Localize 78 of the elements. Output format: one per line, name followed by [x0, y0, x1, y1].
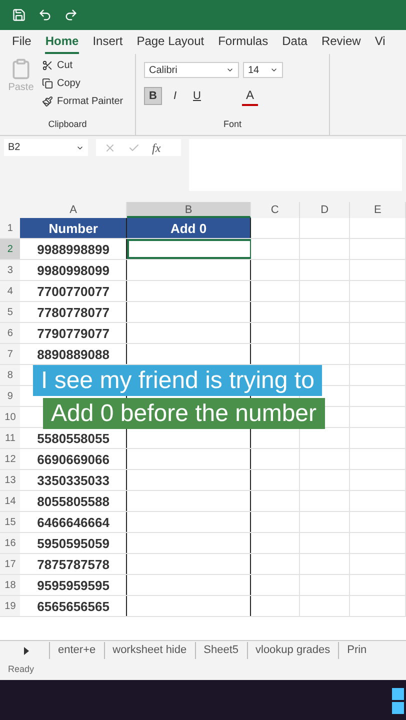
row-header[interactable]: 16	[0, 533, 20, 553]
table-cell: 7875787578	[20, 554, 128, 574]
row-header[interactable]: 8	[0, 365, 20, 385]
redo-icon[interactable]	[64, 8, 78, 22]
table-cell: 9595959595	[20, 575, 128, 595]
row-header[interactable]: 12	[0, 449, 20, 469]
row-header[interactable]: 15	[0, 512, 20, 532]
column-header[interactable]: C	[250, 202, 300, 218]
ribbon-tab[interactable]: Data	[282, 32, 308, 54]
row-header[interactable]: 4	[0, 281, 20, 301]
font-field[interactable]: Calibri	[144, 62, 239, 78]
undo-icon[interactable]	[38, 8, 52, 22]
status-text: Ready	[8, 663, 34, 676]
table-cell: 7790779077	[20, 323, 128, 343]
style-button[interactable]: I	[166, 87, 184, 105]
header-cell: Add 0	[127, 218, 251, 238]
table-cell: 6690669066	[20, 449, 128, 469]
header-cell: Number	[20, 218, 128, 238]
sheet-tab[interactable]: Sheet5	[194, 642, 246, 659]
table-cell: 5950595059	[20, 533, 128, 553]
caption: Add 0 before the number	[43, 398, 325, 429]
copy-icon	[42, 78, 53, 89]
row-header[interactable]: 10	[0, 407, 20, 427]
table-cell: 7700770077	[20, 281, 128, 301]
function-button[interactable]: fx	[152, 138, 161, 156]
format-painter-button[interactable]: Format Painter	[42, 94, 124, 109]
row-header[interactable]: 2	[0, 239, 20, 259]
group-label: Font	[222, 118, 242, 130]
table-cell: 9980998099	[20, 260, 128, 280]
row-header[interactable]: 14	[0, 491, 20, 511]
clipboard-icon	[10, 58, 32, 80]
table-cell: 6466646664	[20, 512, 128, 532]
row-header[interactable]: 11	[0, 428, 20, 448]
ribbon-tab[interactable]: Formulas	[218, 32, 268, 54]
save-icon[interactable]	[12, 8, 26, 22]
row-header[interactable]: 18	[0, 575, 20, 595]
column-header[interactable]: B	[127, 202, 251, 218]
ribbon-tab[interactable]: Review	[321, 32, 361, 54]
row-header[interactable]: 13	[0, 470, 20, 490]
table-cell: 7780778077	[20, 302, 128, 322]
sheet-tab[interactable]: enter+e	[49, 642, 104, 659]
table-cell: 8055805588	[20, 491, 128, 511]
style-button[interactable]: U	[188, 87, 206, 105]
dropdown-icon	[270, 66, 278, 74]
column-header[interactable]: D	[300, 202, 350, 218]
table-cell: 9988998899	[20, 239, 128, 259]
ribbon-tab[interactable]: File	[12, 32, 32, 54]
sheet-tab[interactable]: worksheet hide	[104, 642, 195, 659]
style-button[interactable]: B	[144, 87, 162, 105]
table-cell: 6565656565	[20, 596, 128, 616]
windows-icon[interactable]	[392, 688, 406, 714]
row-header[interactable]: 5	[0, 302, 20, 322]
table-cell: 3350335033	[20, 470, 128, 490]
row-header[interactable]: 1	[0, 218, 20, 238]
row-header[interactable]: 19	[0, 596, 20, 616]
copy-button[interactable]: Copy	[42, 76, 124, 91]
size-field[interactable]: 14	[243, 62, 283, 78]
name-box[interactable]: B2	[4, 139, 88, 156]
column-header[interactable]: E	[350, 202, 406, 218]
sheet-tab[interactable]: Prin	[338, 642, 375, 659]
row-header[interactable]: 7	[0, 344, 20, 364]
paintbrush-icon	[42, 96, 53, 107]
cut-button[interactable]: Cut	[42, 58, 124, 73]
scroll-right-icon[interactable]	[24, 646, 29, 654]
row-header[interactable]: 3	[0, 260, 20, 280]
table-cell: 8890889088	[20, 344, 128, 364]
row-header[interactable]: 6	[0, 323, 20, 343]
dropdown-icon	[226, 66, 234, 74]
ribbon-tab[interactable]: Insert	[92, 32, 123, 54]
row-header[interactable]: 17	[0, 554, 20, 574]
caption: I see my friend is trying to	[33, 365, 322, 396]
scissors-icon	[42, 60, 53, 71]
ribbon-tab[interactable]: Page Layout	[136, 32, 204, 54]
ribbon-tab[interactable]: Vi	[374, 32, 386, 54]
row-header[interactable]: 9	[0, 386, 20, 406]
group-label: Clipboard	[47, 118, 88, 131]
sheet-tab[interactable]: vlookup grades	[246, 642, 338, 659]
font-color-button[interactable]: A	[242, 86, 258, 106]
